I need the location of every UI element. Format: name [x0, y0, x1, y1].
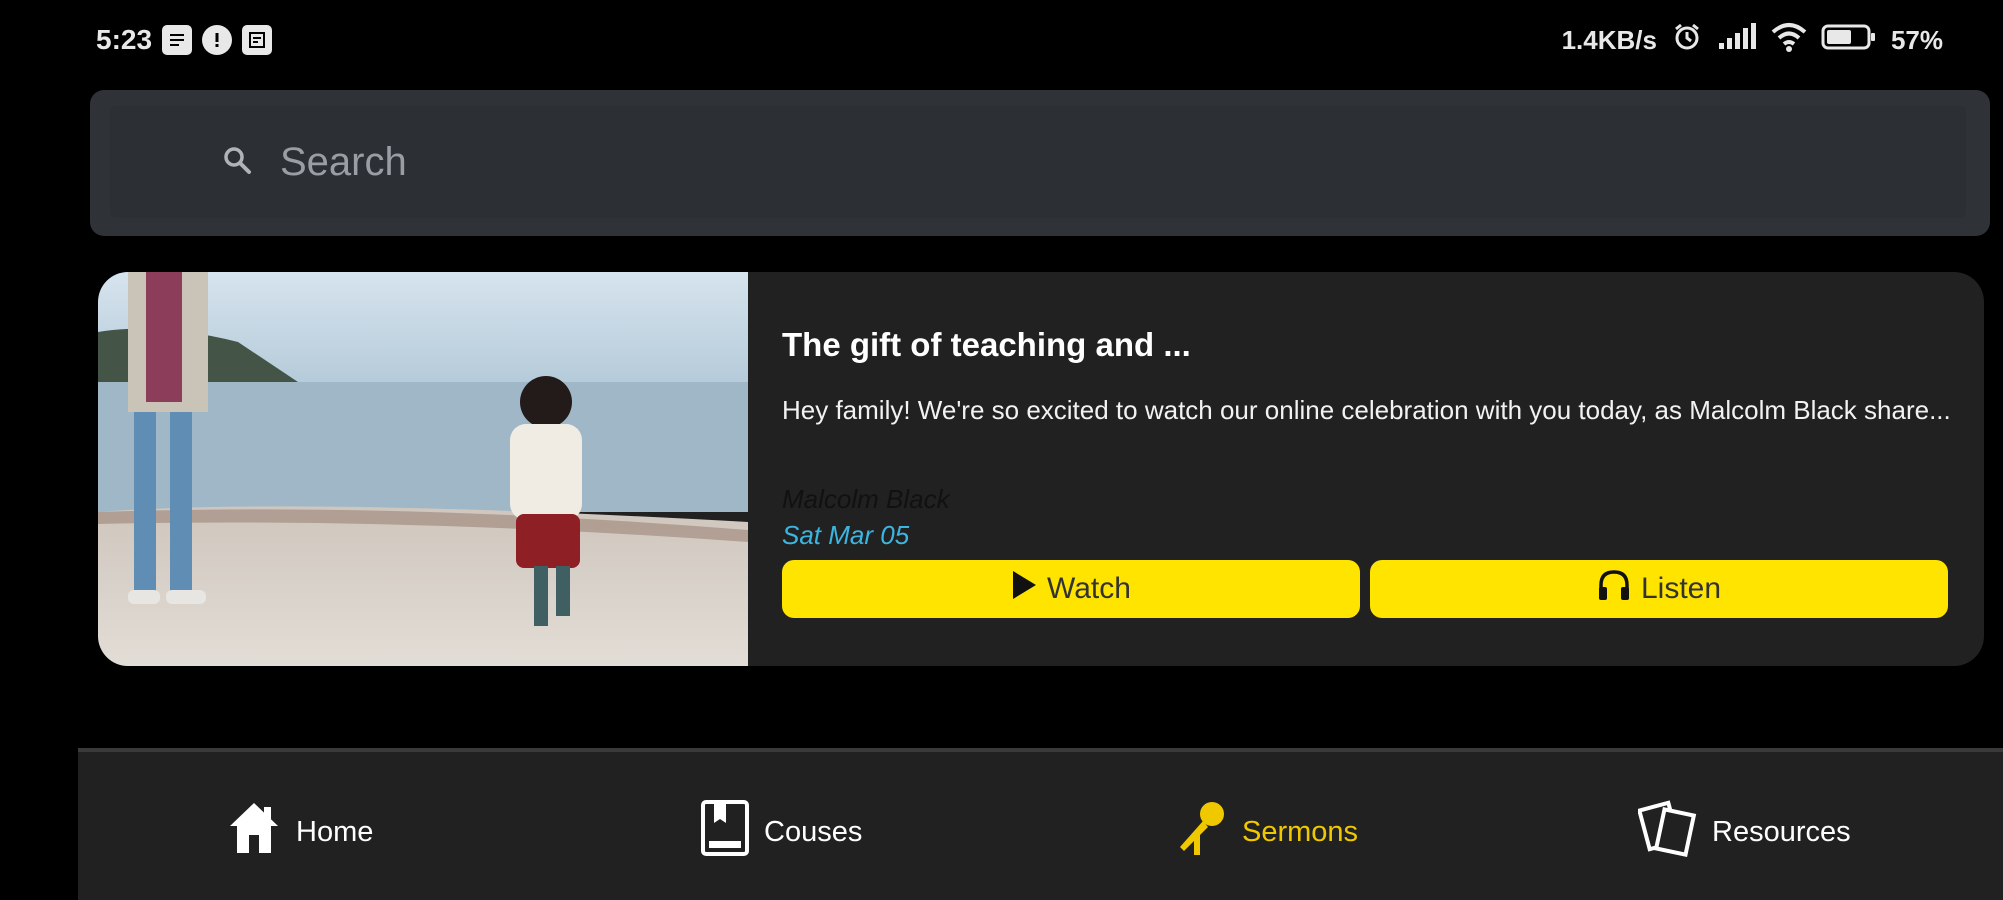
documents-icon [1636, 798, 1698, 866]
notification-icon [162, 25, 193, 55]
network-speed: 1.4KB/s [1561, 24, 1657, 55]
sermon-author: Malcolm Black [782, 484, 950, 514]
search-input[interactable] [278, 138, 1778, 186]
status-time: 5:23 [96, 24, 153, 55]
signal-icon [1717, 22, 1757, 58]
watch-label: Watch [1047, 572, 1131, 605]
microphone-icon [1172, 799, 1228, 865]
listen-label: Listen [1640, 572, 1722, 605]
search-icon [222, 145, 252, 180]
nav-label-sermons: Sermons [1242, 815, 1359, 848]
nav-item-home[interactable]: Home [226, 800, 373, 864]
wifi-icon [1771, 22, 1807, 59]
sermon-title[interactable]: The gift of teaching and ... [782, 326, 1191, 364]
sermon-thumbnail[interactable] [98, 272, 748, 666]
nav-item-sermons[interactable]: Sermons [1172, 800, 1358, 864]
nav-label-courses: Couses [764, 815, 863, 848]
status-left: 5:23 [96, 22, 273, 58]
sermon-date: Sat Mar 05 [782, 520, 910, 550]
status-right: 1.4KB/s 57% [1562, 22, 1943, 58]
search-bar [90, 90, 1990, 236]
book-icon [700, 799, 750, 865]
battery-percent: 57% [1890, 24, 1943, 55]
play-icon [1011, 570, 1037, 608]
battery-icon [1821, 23, 1877, 58]
calendar-icon [242, 25, 273, 55]
sermon-card[interactable]: The gift of teaching and ... Hey family!… [98, 272, 1984, 666]
bottom-navigation: Home Couses Sermons Resources [78, 748, 2003, 900]
nav-label-resources: Resources [1712, 815, 1851, 848]
watch-button[interactable]: Watch [782, 560, 1360, 618]
nav-label-home: Home [296, 815, 374, 848]
alarm-icon [1671, 21, 1703, 60]
status-bar: 5:23 1.4KB/s 57% [0, 0, 2003, 80]
home-icon [226, 799, 282, 865]
nav-item-resources[interactable]: Resources [1636, 798, 1851, 866]
listen-button[interactable]: Listen [1370, 560, 1948, 618]
info-icon [202, 25, 233, 55]
headphones-icon [1597, 569, 1631, 609]
search-field-container[interactable] [110, 106, 1966, 218]
nav-item-courses[interactable]: Couses [700, 800, 862, 864]
sermon-description: Hey family! We're so excited to watch ou… [782, 395, 1951, 425]
